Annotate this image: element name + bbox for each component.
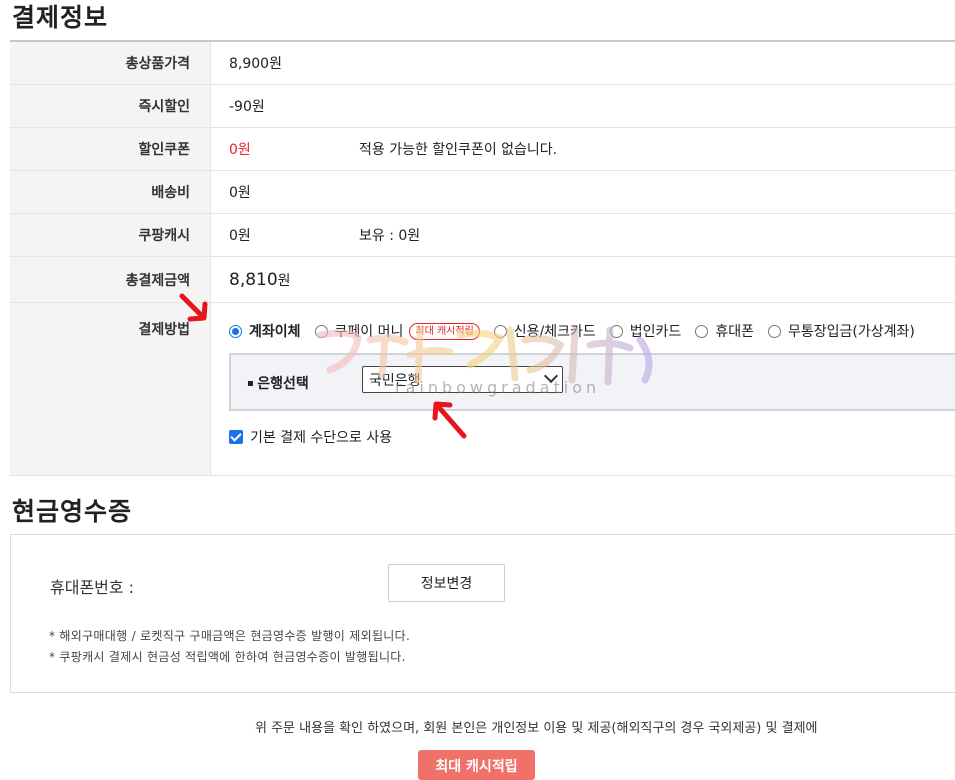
method-coupay-money[interactable]: 쿠페이 머니 최대 캐시적립	[315, 321, 480, 341]
method-mobile-label: 휴대폰	[715, 321, 754, 341]
default-method-checkbox-row[interactable]: 기본 결제 수단으로 사용	[229, 427, 392, 447]
cash-receipt-section-title: 현금영수증	[12, 492, 132, 528]
bank-select-label: 은행선택	[247, 373, 309, 393]
method-virtual-account-label: 무통장입금(가상계좌)	[788, 321, 915, 341]
row-shipping: 배송비 0원	[10, 171, 955, 214]
shipping-value: 0원	[211, 171, 955, 214]
method-corporate-card-label: 법인카드	[630, 321, 682, 341]
total-unit: 원	[278, 273, 291, 289]
total-value: 8,810	[229, 270, 278, 290]
method-credit-card-label: 신용/체크카드	[514, 321, 596, 341]
instant-discount-label: 즉시할인	[10, 85, 211, 128]
method-coupay-money-label: 쿠페이 머니	[335, 321, 404, 341]
agreement-text: 위 주문 내용을 확인 하였으며, 회원 본인은 개인정보 이용 및 제공(해외…	[255, 717, 818, 736]
method-credit-card[interactable]: 신용/체크카드	[494, 321, 596, 341]
method-bank-transfer[interactable]: 계좌이체	[229, 321, 301, 341]
default-method-label: 기본 결제 수단으로 사용	[250, 427, 392, 447]
cash-value: 0원	[229, 228, 251, 244]
row-total: 총결제금액 8,810원	[10, 257, 955, 303]
row-coupon: 할인쿠폰 0원 적용 가능한 할인쿠폰이 없습니다.	[10, 128, 955, 171]
radio-bank-transfer[interactable]	[229, 325, 242, 338]
method-corporate-card[interactable]: 법인카드	[610, 321, 682, 341]
max-cash-reward-button[interactable]: 최대 캐시적립	[418, 750, 535, 780]
payment-info-table: 총상품가격 8,900원 즉시할인 -90원 할인쿠폰 0원 적용 가능한 할인…	[10, 40, 955, 476]
row-instant-discount: 즉시할인 -90원	[10, 85, 955, 128]
change-info-button[interactable]: 정보변경	[388, 564, 505, 602]
red-arrow-icon	[426, 396, 470, 442]
radio-corporate-card[interactable]	[610, 325, 623, 338]
coupon-value: 0원	[229, 142, 251, 158]
red-arrow-icon	[178, 292, 214, 328]
product-price-label: 총상품가격	[10, 41, 211, 85]
phone-number-label: 휴대폰번호 :	[50, 574, 134, 598]
radio-coupay-money[interactable]	[315, 325, 328, 338]
payment-method-options: 계좌이체 쿠페이 머니 최대 캐시적립 신용/체크카드 법인카드 휴	[229, 321, 955, 341]
row-cash: 쿠팡캐시 0원 보유 : 0원	[10, 214, 955, 257]
method-mobile[interactable]: 휴대폰	[695, 321, 754, 341]
cash-reward-badge: 최대 캐시적립	[409, 323, 479, 340]
instant-discount-value: -90원	[211, 85, 955, 128]
product-price-value: 8,900원	[211, 41, 955, 85]
payment-section-title: 결제정보	[12, 0, 108, 34]
method-bank-transfer-label: 계좌이체	[249, 321, 301, 341]
radio-virtual-account[interactable]	[768, 325, 781, 338]
coupon-label: 할인쿠폰	[10, 128, 211, 171]
radio-credit-card[interactable]	[494, 325, 507, 338]
receipt-note: * 해외구매대행 / 로켓직구 구매금액은 현금영수증 발행이 제외됩니다.	[49, 627, 410, 644]
watermark-text: rainbowgradation	[395, 378, 600, 397]
receipt-note: * 쿠팡캐시 결제시 현금성 적립액에 한하여 현금영수증이 발행됩니다.	[49, 648, 406, 665]
shipping-label: 배송비	[10, 171, 211, 214]
default-method-checkbox[interactable]	[229, 430, 243, 444]
row-product-price: 총상품가격 8,900원	[10, 41, 955, 85]
coupon-note: 적용 가능한 할인쿠폰이 없습니다.	[359, 139, 557, 159]
payment-method-label: 결제방법	[10, 303, 211, 476]
cash-balance-note: 보유 : 0원	[359, 225, 420, 245]
method-virtual-account[interactable]: 무통장입금(가상계좌)	[768, 321, 915, 341]
radio-mobile[interactable]	[695, 325, 708, 338]
cash-label: 쿠팡캐시	[10, 214, 211, 257]
cash-receipt-panel: 휴대폰번호 : 정보변경 * 해외구매대행 / 로켓직구 구매금액은 현금영수증…	[10, 534, 955, 693]
